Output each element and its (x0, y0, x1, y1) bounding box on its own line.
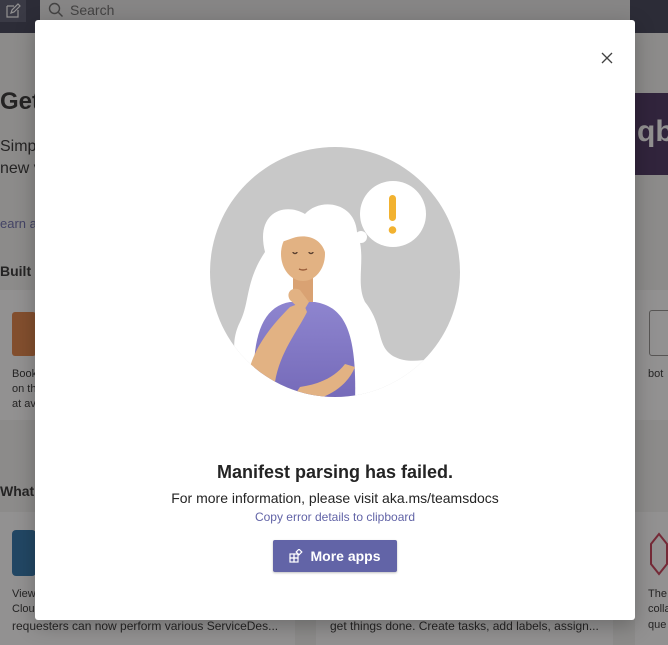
close-icon (601, 52, 613, 64)
apps-icon (289, 549, 304, 563)
close-button[interactable] (597, 48, 617, 68)
more-apps-button[interactable]: More apps (273, 540, 397, 572)
more-apps-label: More apps (310, 548, 381, 564)
copy-error-details-link[interactable]: Copy error details to clipboard (35, 510, 635, 524)
error-illustration (210, 147, 460, 397)
dialog-subtitle: For more information, please visit aka.m… (171, 490, 499, 506)
dialog-title: Manifest parsing has failed. (216, 462, 454, 482)
exclamation-icon (389, 195, 396, 221)
error-dialog: Manifest parsing has failed. For more in… (35, 20, 635, 620)
